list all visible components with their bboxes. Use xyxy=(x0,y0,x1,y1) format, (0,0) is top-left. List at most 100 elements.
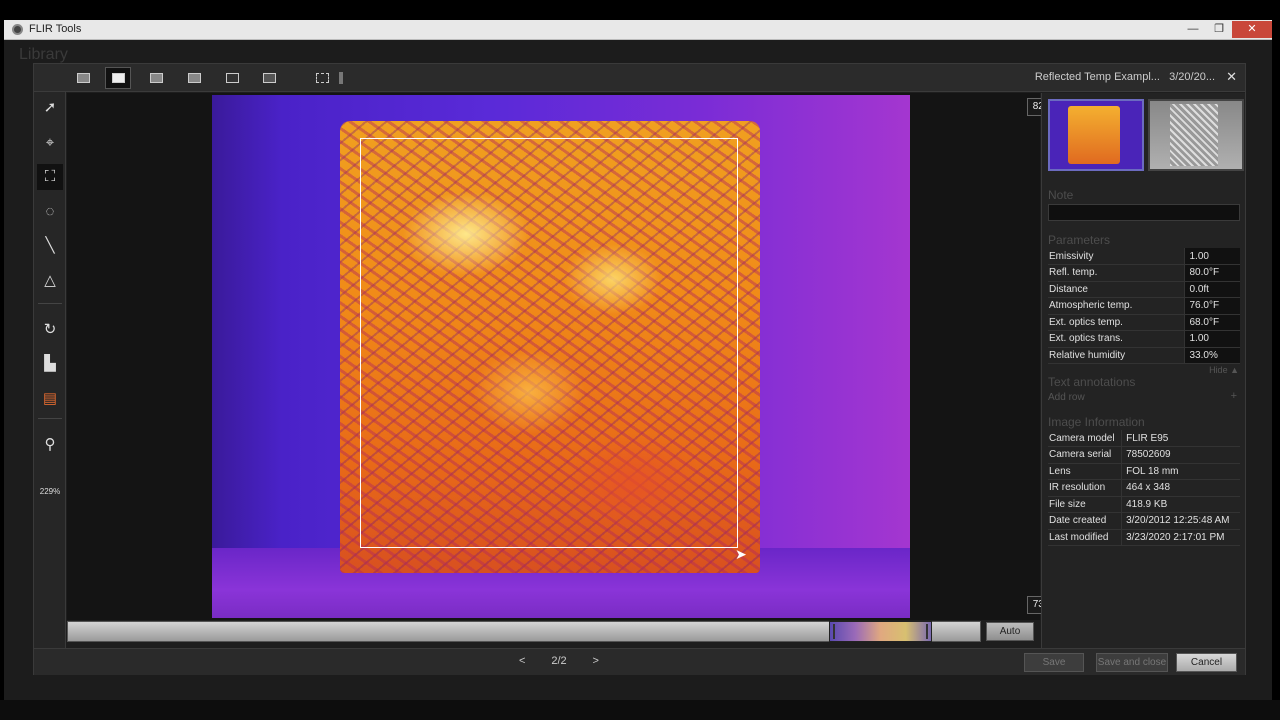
parameters-heading: Parameters xyxy=(1048,233,1111,247)
properties-panel: Note Parameters Emissivity 1.00 Refl. tem… xyxy=(1041,93,1245,648)
add-row-link[interactable]: Add row xyxy=(1048,392,1085,403)
visual-thumbnail[interactable] xyxy=(1148,99,1244,171)
view-mode-ir-icon[interactable] xyxy=(105,67,131,89)
save-and-close-button[interactable]: Save and close xyxy=(1096,653,1168,672)
measurement-box[interactable] xyxy=(360,138,738,548)
rotate-icon[interactable]: ↻ xyxy=(37,317,63,343)
window-title: FLIR Tools xyxy=(29,23,82,35)
taskbar xyxy=(0,700,1280,720)
param-value[interactable]: 80.0°F xyxy=(1184,264,1240,282)
param-row[interactable]: Atmospheric temp. 76.0°F xyxy=(1048,297,1240,315)
param-value[interactable]: 1.00 xyxy=(1184,330,1240,348)
image-info-heading: Image Information xyxy=(1048,415,1145,429)
minimize-icon[interactable]: — xyxy=(1180,21,1206,38)
parameters-table: Emissivity 1.00 Refl. temp. 80.0°F Distanc… xyxy=(1048,248,1240,364)
tool-separator xyxy=(38,303,62,304)
delta-icon[interactable]: △ xyxy=(37,268,63,294)
info-label: Date created xyxy=(1048,512,1122,530)
info-value: 418.9 KB xyxy=(1121,496,1240,513)
range-selection-handle[interactable] xyxy=(829,621,932,642)
param-label: Atmospheric temp. xyxy=(1048,297,1185,315)
info-row: Lens FOL 18 mm xyxy=(1048,463,1240,480)
spot-meter-icon[interactable]: ⌖ xyxy=(37,130,63,156)
page-indicator: 2/2 xyxy=(551,655,567,667)
palette-icon[interactable]: ▙ xyxy=(37,351,63,377)
info-value: 78502609 xyxy=(1121,446,1240,464)
box-area-icon[interactable]: ⛶ xyxy=(37,164,63,190)
info-row: Date created 3/20/2012 12:25:48 AM xyxy=(1048,512,1240,530)
ir-thumbnail[interactable] xyxy=(1048,99,1144,171)
ir-thumbnail-block xyxy=(1068,106,1120,164)
info-value: 3/23/2020 2:17:01 PM xyxy=(1121,529,1240,546)
param-label: Emissivity xyxy=(1048,248,1185,265)
dialog-toolbar: Reflected Temp Exampl... 3/20/20... ✕ xyxy=(34,64,1245,92)
dialog-close-icon[interactable]: ✕ xyxy=(1226,69,1237,85)
param-value[interactable]: 76.0°F xyxy=(1184,297,1240,315)
view-mode-pip-icon[interactable] xyxy=(219,67,245,89)
next-image-icon[interactable]: > xyxy=(593,655,599,667)
param-value[interactable]: 33.0% xyxy=(1184,347,1240,364)
param-label: Ext. optics trans. xyxy=(1048,330,1185,348)
auto-adjust-button[interactable]: Auto xyxy=(986,622,1034,641)
info-row: IR resolution 464 x 348 xyxy=(1048,479,1240,497)
fit-view-icon[interactable] xyxy=(309,67,335,89)
info-row: Camera serial 78502609 xyxy=(1048,446,1240,464)
dialog-footer: < 2/2 > Save Save and close Cancel xyxy=(34,648,1245,675)
dialog-file-title: Reflected Temp Exampl... 3/20/20... xyxy=(1034,71,1215,83)
view-mode-blend-icon[interactable] xyxy=(181,67,207,89)
window-close-icon[interactable]: ✕ xyxy=(1232,21,1272,38)
param-row[interactable]: Ext. optics trans. 1.00 xyxy=(1048,330,1240,348)
tool-separator xyxy=(38,418,62,419)
zoom-level: 229% xyxy=(39,487,61,496)
info-label: IR resolution xyxy=(1048,479,1122,497)
param-row[interactable]: Refl. temp. 80.0°F xyxy=(1048,264,1240,282)
info-label: File size xyxy=(1048,496,1122,513)
param-row[interactable]: Emissivity 1.00 xyxy=(1048,248,1240,265)
param-value[interactable]: 0.0ft xyxy=(1184,281,1240,298)
param-value[interactable]: 68.0°F xyxy=(1184,314,1240,331)
info-label: Lens xyxy=(1048,463,1122,480)
note-heading: Note xyxy=(1048,188,1074,202)
image-viewport[interactable]: ➤ 82.6°F 73.3°F xyxy=(67,93,1068,620)
zoom-icon[interactable]: ⚲ xyxy=(37,432,63,458)
screen: FLIR Tools — ❐ ✕ Library Reflected Temp … xyxy=(0,0,1280,720)
param-label: Relative humidity xyxy=(1048,347,1185,364)
isotherm-icon[interactable]: ▤ xyxy=(37,386,63,412)
maximize-icon[interactable]: ❐ xyxy=(1206,21,1232,38)
prev-image-icon[interactable]: < xyxy=(519,655,525,667)
info-value: 3/20/2012 12:25:48 AM xyxy=(1121,512,1240,530)
tool-palette: ➚ ⌖ ⛶ ◌ ╲ △ ↻ ▙ ▤ ⚲ 229% xyxy=(34,92,66,648)
image-info-table: Camera model FLIR E95 Camera serial 785026… xyxy=(1048,430,1240,546)
hide-parameters-link[interactable]: Hide ▲ xyxy=(1209,365,1239,375)
param-row[interactable]: Ext. optics temp. 68.0°F xyxy=(1048,314,1240,331)
image-edit-dialog: Reflected Temp Exampl... 3/20/20... ✕ ➚ … xyxy=(33,63,1246,675)
view-mode-fusion-icon[interactable] xyxy=(143,67,169,89)
add-row-plus-icon[interactable]: + xyxy=(1231,390,1237,402)
info-label: Camera model xyxy=(1048,430,1122,447)
param-label: Refl. temp. xyxy=(1048,264,1185,282)
info-row: Camera model FLIR E95 xyxy=(1048,430,1240,447)
note-input[interactable] xyxy=(1048,204,1240,221)
info-label: Camera serial xyxy=(1048,446,1122,464)
thermal-image[interactable]: ➤ xyxy=(212,95,910,618)
view-mode-1-icon[interactable] xyxy=(70,67,96,89)
view-mode-visual-icon[interactable] xyxy=(256,67,282,89)
save-button[interactable]: Save xyxy=(1024,653,1084,672)
param-label: Ext. optics temp. xyxy=(1048,314,1185,331)
param-row[interactable]: Relative humidity 33.0% xyxy=(1048,347,1240,364)
cancel-button[interactable]: Cancel xyxy=(1176,653,1237,672)
hide-label: Hide xyxy=(1209,365,1228,375)
param-label: Distance xyxy=(1048,281,1185,298)
line-tool-icon[interactable]: ╲ xyxy=(37,233,63,259)
circle-area-icon[interactable]: ◌ xyxy=(37,199,63,225)
param-row[interactable]: Distance 0.0ft xyxy=(1048,281,1240,298)
image-pager: < 2/2 > xyxy=(519,655,599,667)
library-heading: Library xyxy=(19,46,68,63)
param-value[interactable]: 1.00 xyxy=(1184,248,1240,265)
select-arrow-icon[interactable]: ➚ xyxy=(37,95,63,121)
info-value: 464 x 348 xyxy=(1121,479,1240,497)
visual-thumbnail-block xyxy=(1170,104,1218,166)
info-value: FLIR E95 xyxy=(1121,430,1240,447)
flir-app-icon xyxy=(12,24,23,35)
annotations-heading: Text annotations xyxy=(1048,375,1136,389)
